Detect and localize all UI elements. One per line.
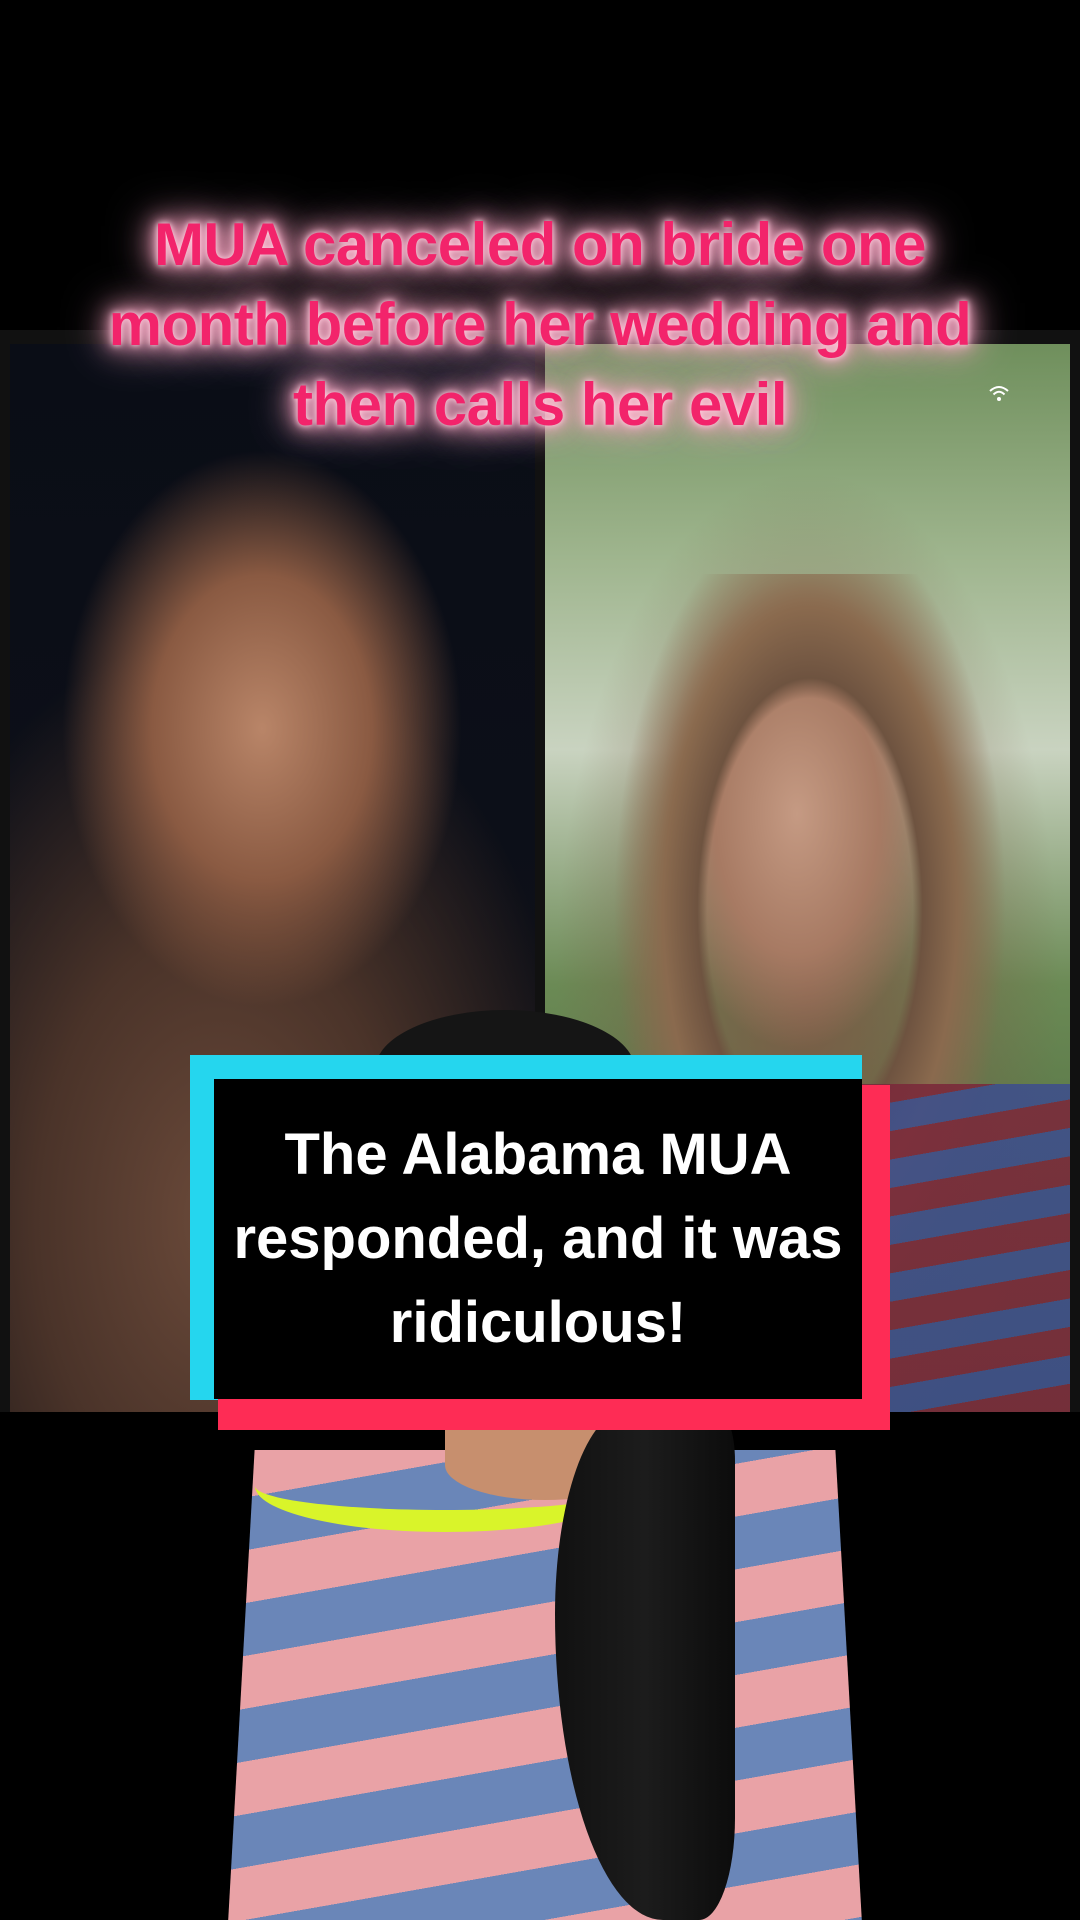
top-caption: MUA canceled on bride one month before h… [108,211,972,438]
caption-box-body: The Alabama MUA responded, and it was ri… [214,1079,862,1399]
caption-box: The Alabama MUA responded, and it was ri… [190,1055,890,1430]
caption-box-text: The Alabama MUA responded, and it was ri… [233,1122,843,1355]
video-frame[interactable]: MUA canceled on bride one month before h… [0,0,1080,1920]
